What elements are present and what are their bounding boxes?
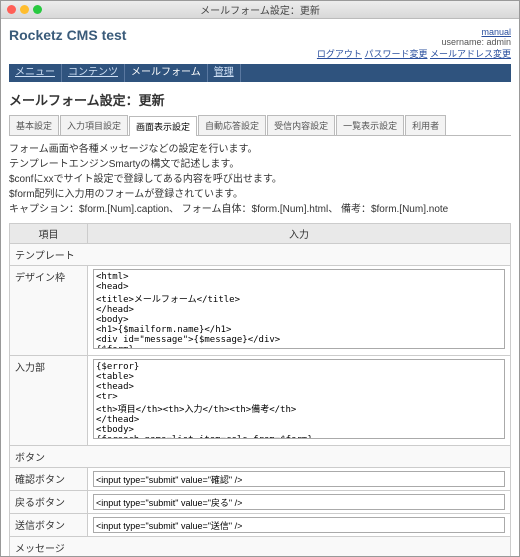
settings-table: 項目 入力 テンプレート デザイン枠 入力部 ボタン	[9, 223, 511, 556]
tab-users[interactable]: 利用者	[405, 115, 446, 135]
label-back-button: 戻るボタン	[10, 491, 88, 514]
section-message: メッセージ	[10, 537, 511, 557]
tab-display[interactable]: 画面表示設定	[129, 116, 197, 136]
tab-receive[interactable]: 受信内容設定	[267, 115, 335, 135]
nav-contents[interactable]: コンテンツ	[62, 64, 125, 82]
link-mail-change[interactable]: メールアドレス変更	[430, 49, 511, 59]
col-input: 入力	[88, 224, 511, 244]
nav-menu[interactable]: メニュー	[9, 64, 62, 82]
site-title: Rocketz CMS test	[9, 27, 126, 43]
link-logout[interactable]: ログアウト	[317, 49, 362, 59]
link-manual[interactable]: manual	[481, 27, 511, 37]
tab-basic[interactable]: 基本設定	[9, 115, 59, 135]
main-nav: メニュー コンテンツ メールフォーム 管理	[9, 64, 511, 82]
tabs: 基本設定 入力項目設定 画面表示設定 自動応答設定 受信内容設定 一覧表示設定 …	[9, 115, 511, 136]
textarea-input-part[interactable]	[93, 359, 505, 439]
label-design-frame: デザイン枠	[10, 266, 88, 356]
nav-mailform[interactable]: メールフォーム	[125, 64, 208, 82]
description: フォーム画面や各種メッセージなどの設定を行います。 テンプレートエンジンSmar…	[9, 142, 511, 217]
page-title: メールフォーム設定：更新	[9, 90, 511, 109]
user-links: manual username: admin ログアウト パスワード変更 メール…	[317, 27, 511, 60]
tab-input-items[interactable]: 入力項目設定	[60, 115, 128, 135]
label-input-part: 入力部	[10, 356, 88, 446]
label-confirm-button: 確認ボタン	[10, 468, 88, 491]
input-send-button[interactable]	[93, 517, 505, 533]
window-titlebar: メールフォーム設定：更新	[1, 1, 519, 19]
textarea-design-frame[interactable]	[93, 269, 505, 349]
col-item: 項目	[10, 224, 88, 244]
link-password-change[interactable]: パスワード変更	[364, 49, 427, 59]
label-send-button: 送信ボタン	[10, 514, 88, 537]
section-button: ボタン	[10, 446, 511, 468]
input-back-button[interactable]	[93, 494, 505, 510]
nav-admin[interactable]: 管理	[208, 64, 241, 82]
tab-list[interactable]: 一覧表示設定	[336, 115, 404, 135]
input-confirm-button[interactable]	[93, 471, 505, 487]
window-title: メールフォーム設定：更新	[1, 2, 519, 17]
tab-autoreply[interactable]: 自動応答設定	[198, 115, 266, 135]
username-label: username: admin	[441, 37, 511, 47]
section-template: テンプレート	[10, 244, 511, 266]
